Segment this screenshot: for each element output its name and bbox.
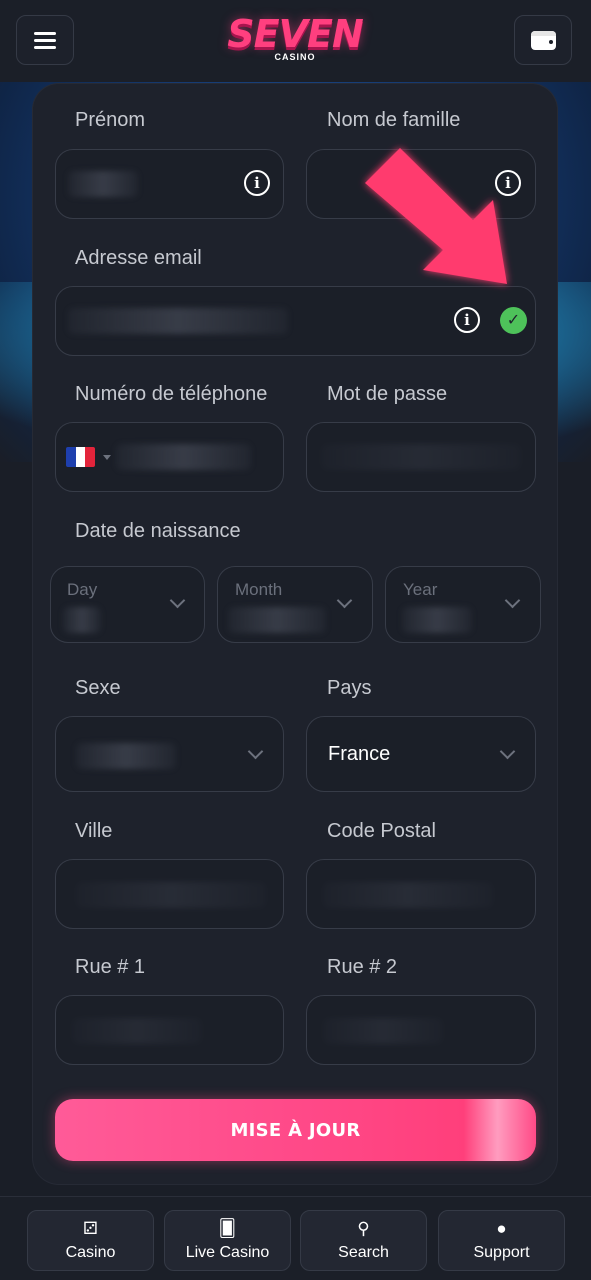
- year-label: Year: [403, 580, 438, 599]
- logo-text: SEVEN: [227, 12, 364, 56]
- street2-field[interactable]: [306, 995, 536, 1065]
- city-value-redacted: [76, 882, 266, 908]
- nav-search-label: Search: [338, 1243, 389, 1261]
- nav-support-label: Support: [473, 1243, 530, 1261]
- info-icon[interactable]: i: [454, 307, 480, 333]
- chevron-down-icon: [336, 592, 353, 609]
- wallet-icon: [530, 30, 556, 50]
- nav-live-casino[interactable]: 🂠 Live Casino: [164, 1210, 291, 1271]
- check-circle-icon: ✓: [500, 307, 527, 334]
- year-value-redacted: [402, 607, 472, 633]
- day-value-redacted: [63, 607, 101, 633]
- last-name-label: Nom de famille: [327, 109, 461, 131]
- birth-day-select[interactable]: Day: [50, 566, 205, 643]
- city-label: Ville: [75, 820, 113, 842]
- top-bar: SEVEN CASINO: [0, 0, 591, 82]
- chevron-down-icon: [499, 743, 516, 760]
- password-value-redacted: [321, 444, 521, 470]
- postal-code-field[interactable]: [306, 859, 536, 929]
- street1-field[interactable]: [55, 995, 284, 1065]
- nav-casino[interactable]: ⚂ Casino: [27, 1210, 154, 1271]
- phone-label: Numéro de téléphone: [75, 383, 268, 405]
- first-name-field[interactable]: i: [55, 149, 284, 219]
- annotation-arrow: [365, 148, 507, 284]
- chevron-down-icon: [247, 743, 264, 760]
- nav-live-casino-label: Live Casino: [185, 1243, 270, 1261]
- first-name-label: Prénom: [75, 109, 146, 131]
- menu-button[interactable]: [16, 15, 74, 65]
- street2-value-redacted: [323, 1018, 443, 1044]
- logo[interactable]: SEVEN CASINO: [220, 14, 370, 70]
- nav-casino-label: Casino: [65, 1243, 116, 1261]
- first-name-value-redacted: [68, 171, 138, 197]
- phone-field[interactable]: [55, 422, 284, 492]
- street2-label: Rue # 2: [327, 956, 398, 978]
- postal-code-value-redacted: [323, 882, 493, 908]
- nav-search[interactable]: ⚲ Search: [300, 1210, 427, 1271]
- wallet-button[interactable]: [514, 15, 572, 65]
- bottom-navigation: ⚂ Casino 🂠 Live Casino ⚲ Search ● Suppor…: [0, 1196, 591, 1280]
- search-icon: ⚲: [357, 1218, 370, 1238]
- email-value-redacted: [68, 308, 288, 334]
- chevron-down-icon: [103, 455, 111, 460]
- country-label: Pays: [327, 677, 372, 699]
- password-field[interactable]: [306, 422, 536, 492]
- birthdate-label: Date de naissance: [75, 520, 241, 542]
- gender-select[interactable]: [55, 716, 284, 792]
- password-label: Mot de passe: [327, 383, 448, 405]
- street1-label: Rue # 1: [75, 956, 146, 978]
- street1-value-redacted: [72, 1018, 202, 1044]
- info-icon[interactable]: i: [244, 170, 270, 196]
- country-value: France: [328, 743, 391, 765]
- nav-support[interactable]: ● Support: [438, 1210, 565, 1271]
- chat-bubble-icon: ●: [496, 1218, 507, 1238]
- cards-icon: 🂠: [218, 1218, 237, 1238]
- gender-label: Sexe: [75, 677, 121, 699]
- hamburger-menu-icon: [34, 31, 56, 49]
- phone-value-redacted: [116, 444, 251, 470]
- month-value-redacted: [228, 607, 326, 633]
- country-select[interactable]: France: [306, 716, 536, 792]
- postal-code-label: Code Postal: [327, 820, 436, 842]
- city-field[interactable]: [55, 859, 284, 929]
- france-flag-icon[interactable]: [66, 447, 95, 467]
- dice-icon: ⚂: [83, 1218, 98, 1238]
- chevron-down-icon: [169, 592, 186, 609]
- birth-month-select[interactable]: Month: [217, 566, 373, 643]
- update-button[interactable]: MISE À JOUR: [55, 1099, 536, 1161]
- email-label: Adresse email: [75, 247, 202, 269]
- chevron-down-icon: [504, 592, 521, 609]
- gender-value-redacted: [76, 743, 176, 769]
- day-label: Day: [67, 580, 98, 599]
- month-label: Month: [235, 580, 283, 599]
- birth-year-select[interactable]: Year: [385, 566, 541, 643]
